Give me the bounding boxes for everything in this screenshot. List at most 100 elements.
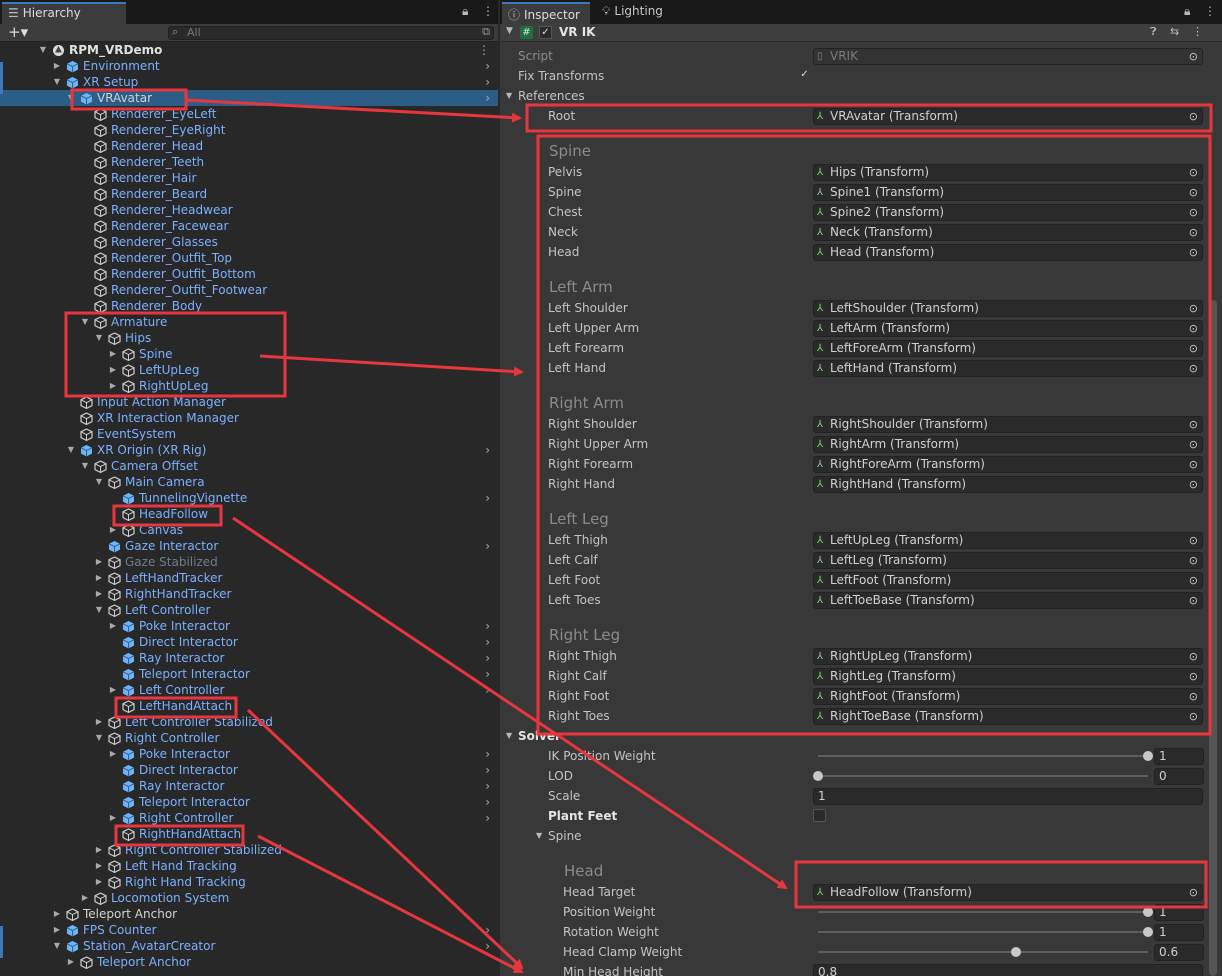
hierarchy-search-input[interactable]: ⌕ All ⧉ xyxy=(168,26,494,40)
hierarchy-row[interactable]: ▼ Camera Offset xyxy=(0,458,498,474)
bone-transform-field[interactable]: ⅄ LeftShoulder (Transform) ⊙ xyxy=(813,300,1203,317)
hierarchy-row[interactable]: Gaze Interactor › xyxy=(0,538,498,554)
kebab-menu-icon[interactable]: ⋮ xyxy=(478,42,490,58)
chevron-right-icon[interactable]: › xyxy=(485,618,490,634)
search-filter-icon[interactable]: ⧉ xyxy=(482,26,490,38)
object-picker-icon[interactable]: ⊙ xyxy=(1189,477,1198,492)
object-picker-icon[interactable]: ⊙ xyxy=(1189,689,1198,704)
fold-open-icon[interactable]: ▼ xyxy=(80,458,90,474)
chevron-right-icon[interactable]: › xyxy=(485,746,490,762)
object-picker-icon[interactable]: ⊙ xyxy=(1189,709,1198,724)
object-picker-icon[interactable]: ⊙ xyxy=(1189,457,1198,472)
hierarchy-row[interactable]: ▶ RightUpLeg xyxy=(0,378,498,394)
hierarchy-row[interactable]: ▶ Poke Interactor › xyxy=(0,746,498,762)
bone-transform-field[interactable]: ⅄ RightShoulder (Transform) ⊙ xyxy=(813,416,1203,433)
chevron-right-icon[interactable]: › xyxy=(485,938,490,954)
object-picker-icon[interactable]: ⊙ xyxy=(1189,341,1198,356)
fold-open-icon[interactable]: ▼ xyxy=(80,314,90,330)
hierarchy-row[interactable]: Direct Interactor › xyxy=(0,762,498,778)
object-picker-icon[interactable]: ⊙ xyxy=(1189,321,1198,336)
hierarchy-row[interactable]: ▼ Left Controller xyxy=(0,602,498,618)
fold-closed-icon[interactable]: ▶ xyxy=(80,890,90,906)
hierarchy-row[interactable]: Renderer_Teeth xyxy=(0,154,498,170)
fold-open-icon[interactable]: ▼ xyxy=(38,42,48,58)
fold-closed-icon[interactable]: ▶ xyxy=(108,618,118,634)
bone-transform-field[interactable]: ⅄ RightFoot (Transform) ⊙ xyxy=(813,688,1203,705)
hierarchy-row[interactable]: Teleport Interactor › xyxy=(0,666,498,682)
chevron-right-icon[interactable]: › xyxy=(485,442,490,458)
fold-closed-icon[interactable]: ▶ xyxy=(108,682,118,698)
bone-transform-field[interactable]: ⅄ Spine1 (Transform) ⊙ xyxy=(813,184,1203,201)
hierarchy-row[interactable]: ▶ FPS Counter › xyxy=(0,922,498,938)
head-target-field[interactable]: ⅄ HeadFollow (Transform) ⊙ xyxy=(813,884,1203,901)
hierarchy-row[interactable]: ▶ Environment › xyxy=(0,58,498,74)
fold-open-icon[interactable]: ▼ xyxy=(94,330,104,346)
hierarchy-row[interactable]: Teleport Interactor › xyxy=(0,794,498,810)
object-picker-icon[interactable]: ⊙ xyxy=(1189,553,1198,568)
fold-open-icon[interactable]: ▼ xyxy=(52,938,62,954)
chevron-right-icon[interactable]: › xyxy=(485,538,490,554)
head-clamp-weight-handle[interactable] xyxy=(1011,947,1021,957)
ik-position-weight-value[interactable]: 1 xyxy=(1154,748,1204,765)
hierarchy-row[interactable]: ▶ Left Controller Stabilized xyxy=(0,714,498,730)
kebab-menu-icon[interactable]: ⋮ xyxy=(1192,25,1203,38)
hierarchy-row[interactable]: ▶ Right Hand Tracking xyxy=(0,874,498,890)
hierarchy-row[interactable]: Ray Interactor › xyxy=(0,650,498,666)
hierarchy-row[interactable]: ▶ RightHandTracker xyxy=(0,586,498,602)
hierarchy-row[interactable]: RightHandAttach xyxy=(0,826,498,842)
fold-open-icon[interactable]: ▼ xyxy=(506,726,512,746)
fix-transforms-checkbox[interactable]: ✓ xyxy=(798,69,811,82)
object-picker-icon[interactable]: ⊙ xyxy=(1189,885,1198,900)
lod-value[interactable]: 0 xyxy=(1154,768,1204,785)
object-picker-icon[interactable]: ⊙ xyxy=(1189,361,1198,376)
object-picker-icon[interactable]: ⊙ xyxy=(1189,225,1198,240)
hierarchy-row[interactable]: ▼ VRAvatar › xyxy=(0,90,498,106)
bone-transform-field[interactable]: ⅄ RightUpLeg (Transform) ⊙ xyxy=(813,648,1203,665)
hierarchy-row[interactable]: Renderer_Outfit_Footwear xyxy=(0,282,498,298)
chevron-right-icon[interactable]: › xyxy=(485,666,490,682)
hierarchy-row[interactable]: XR Interaction Manager xyxy=(0,410,498,426)
fold-closed-icon[interactable]: ▶ xyxy=(108,378,118,394)
chevron-right-icon[interactable]: › xyxy=(485,794,490,810)
bone-transform-field[interactable]: ⅄ LeftLeg (Transform) ⊙ xyxy=(813,552,1203,569)
object-picker-icon[interactable]: ⊙ xyxy=(1189,593,1198,608)
chevron-right-icon[interactable]: › xyxy=(485,490,490,506)
object-picker-icon[interactable]: ⊙ xyxy=(1189,205,1198,220)
object-picker-icon[interactable]: ⊙ xyxy=(1189,185,1198,200)
hierarchy-row[interactable]: Renderer_Facewear xyxy=(0,218,498,234)
object-picker-icon[interactable]: ⊙ xyxy=(1189,437,1198,452)
object-picker-icon[interactable]: ⊙ xyxy=(1189,109,1198,124)
kebab-menu-icon[interactable]: ⋮ xyxy=(482,4,494,18)
lock-icon[interactable]: 🔒︎ xyxy=(1184,4,1190,19)
fold-open-icon[interactable]: ▼ xyxy=(94,602,104,618)
hierarchy-row[interactable]: Renderer_Body xyxy=(0,298,498,314)
hierarchy-row[interactable]: ▶ Left Hand Tracking xyxy=(0,858,498,874)
hierarchy-row[interactable]: ▶ Gaze Stabilized xyxy=(0,554,498,570)
bone-transform-field[interactable]: ⅄ Hips (Transform) ⊙ xyxy=(813,164,1203,181)
rotation-weight-value[interactable]: 1 xyxy=(1154,924,1204,941)
hierarchy-row[interactable]: ▼ Main Camera xyxy=(0,474,498,490)
bone-transform-field[interactable]: ⅄ LeftUpLeg (Transform) ⊙ xyxy=(813,532,1203,549)
chevron-right-icon[interactable]: › xyxy=(485,778,490,794)
bone-transform-field[interactable]: ⅄ LeftToeBase (Transform) ⊙ xyxy=(813,592,1203,609)
hierarchy-row[interactable]: ▼ Hips xyxy=(0,330,498,346)
script-field[interactable]: ▯ VRIK ⊙ xyxy=(813,48,1203,65)
ik-position-weight-handle[interactable] xyxy=(1143,751,1153,761)
component-enabled-checkbox[interactable]: ✓ xyxy=(539,26,552,39)
head-clamp-weight-track[interactable] xyxy=(818,951,1148,953)
hierarchy-row[interactable]: ▶ Locomotion System xyxy=(0,890,498,906)
hierarchy-row[interactable]: Direct Interactor › xyxy=(0,634,498,650)
hierarchy-row[interactable]: ▼ Right Controller xyxy=(0,730,498,746)
hierarchy-row[interactable]: TunnelingVignette › xyxy=(0,490,498,506)
bone-transform-field[interactable]: ⅄ Neck (Transform) ⊙ xyxy=(813,224,1203,241)
tab-lighting[interactable]: 💡︎ Lighting xyxy=(596,2,688,24)
hierarchy-row[interactable]: ▶ Teleport Anchor xyxy=(0,954,498,970)
preset-icon[interactable]: ⇆ xyxy=(1170,25,1179,38)
fold-closed-icon[interactable]: ▶ xyxy=(108,522,118,538)
create-dropdown-button[interactable]: +▾ xyxy=(8,23,28,41)
chevron-right-icon[interactable]: › xyxy=(485,922,490,938)
fold-closed-icon[interactable]: ▶ xyxy=(94,570,104,586)
hierarchy-row[interactable]: EventSystem xyxy=(0,426,498,442)
ik-position-weight-track[interactable] xyxy=(818,755,1148,757)
object-picker-icon[interactable]: ⊙ xyxy=(1189,533,1198,548)
